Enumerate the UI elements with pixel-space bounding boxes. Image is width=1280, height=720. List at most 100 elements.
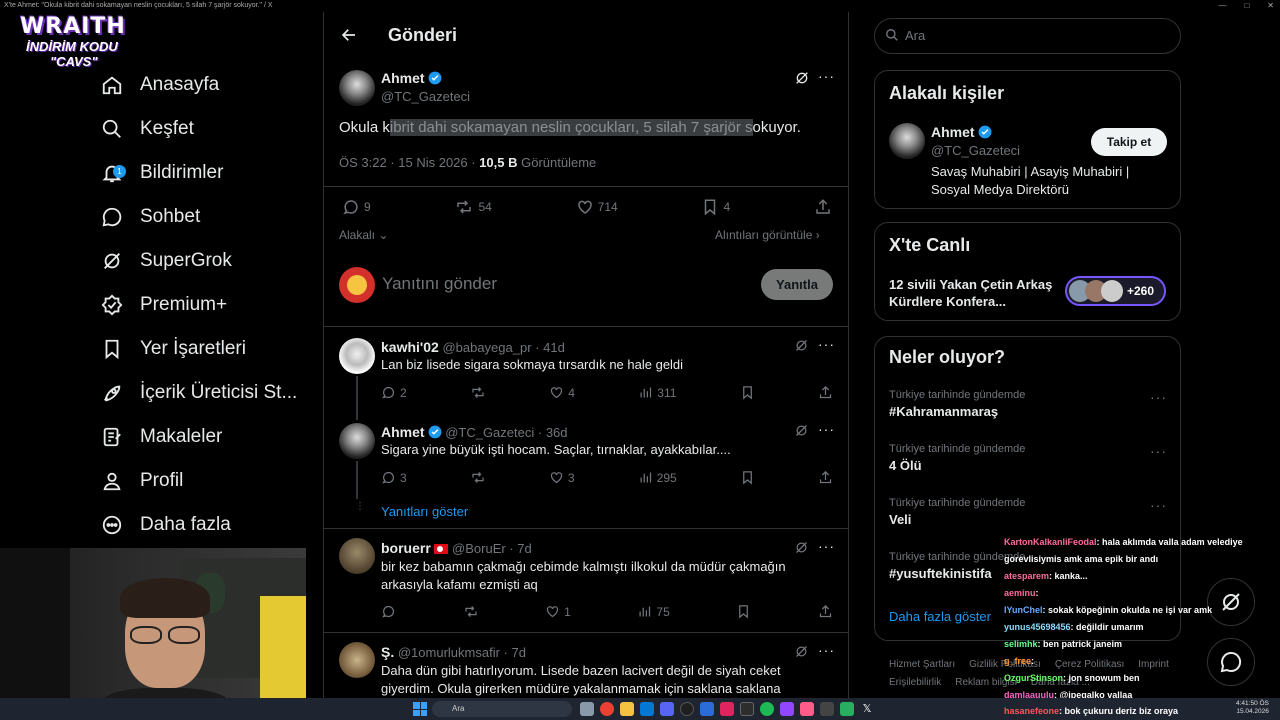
obs-icon[interactable] — [680, 702, 694, 716]
reply-button[interactable]: 9 — [342, 198, 371, 216]
more-options-icon[interactable]: ··· — [1150, 443, 1167, 459]
reply-button[interactable]: 3 — [381, 470, 407, 485]
taskbar-search[interactable]: Ara — [432, 701, 572, 717]
repost-button[interactable] — [463, 604, 479, 619]
more-options-icon[interactable]: ··· — [1150, 497, 1167, 513]
folder-icon[interactable] — [620, 702, 634, 716]
more-options-icon[interactable]: ··· — [818, 421, 835, 437]
avatar[interactable] — [339, 423, 375, 459]
trend-item[interactable]: Türkiye tarihinde gündemde #Kahramanmara… — [889, 389, 1167, 419]
related-author[interactable]: Ahmet — [931, 124, 992, 142]
avatar[interactable] — [339, 70, 375, 106]
trend-item[interactable]: Türkiye tarihinde gündemde Veli ··· — [889, 497, 1167, 527]
twitch-icon[interactable] — [780, 702, 794, 716]
sidebar-item-supergrok[interactable]: SuperGrok — [100, 239, 320, 283]
author-handle[interactable]: @TC_Gazeteci — [445, 425, 534, 440]
repost-button[interactable] — [470, 470, 486, 485]
chrome-icon[interactable] — [600, 702, 614, 716]
author-handle[interactable]: @BoruEr — [452, 541, 506, 556]
bookmark-button[interactable]: 4 — [701, 198, 730, 216]
footer-link[interactable]: Hizmet Şartları — [889, 658, 955, 672]
app-icon[interactable] — [700, 702, 714, 716]
like-button[interactable]: 3 — [549, 470, 575, 485]
share-button[interactable] — [814, 198, 832, 216]
share-button[interactable] — [818, 604, 833, 619]
show-replies-link[interactable]: Yanıtları göster — [381, 504, 468, 519]
repost-button[interactable]: 54 — [454, 198, 492, 216]
sidebar-item-chat[interactable]: Sohbet — [100, 195, 320, 239]
like-button[interactable]: 1 — [545, 604, 571, 619]
author-name[interactable]: kawhi'02 — [381, 339, 439, 355]
author-handle[interactable]: @TC_Gazeteci — [381, 89, 470, 104]
author-handle[interactable]: @1omurlukmsafir — [398, 645, 500, 660]
store-icon[interactable] — [640, 702, 654, 716]
app-icon[interactable] — [840, 702, 854, 716]
sidebar-item-explore[interactable]: Keşfet — [100, 107, 320, 151]
author-name[interactable]: Ş. — [381, 644, 394, 660]
author-name[interactable]: boruerr — [381, 540, 431, 556]
discord-icon[interactable] — [660, 702, 674, 716]
windows-start-icon[interactable] — [413, 702, 427, 716]
spotify-icon[interactable] — [760, 702, 774, 716]
avatar[interactable] — [889, 123, 925, 159]
views-button[interactable]: 311 — [638, 385, 676, 400]
reply-button[interactable] — [381, 604, 396, 619]
sidebar-item-bookmarks[interactable]: Yer İşaretleri — [100, 327, 320, 371]
back-arrow-icon[interactable] — [340, 26, 358, 49]
grok-icon[interactable] — [794, 70, 810, 91]
live-participants[interactable]: +260 — [1065, 276, 1166, 306]
x-app-icon[interactable]: 𝕏 — [860, 702, 874, 716]
app-icon[interactable] — [740, 702, 754, 716]
bookmark-button[interactable] — [736, 604, 751, 619]
views-button[interactable]: 295 — [638, 470, 677, 485]
sidebar-item-home[interactable]: Anasayfa — [100, 63, 320, 107]
reply-submit-button[interactable]: Yanıtla — [761, 269, 833, 300]
repost-button[interactable] — [470, 385, 486, 400]
more-options-icon[interactable]: ··· — [818, 538, 835, 554]
grok-icon[interactable] — [794, 423, 809, 443]
app-icon[interactable] — [720, 702, 734, 716]
grok-icon[interactable] — [794, 540, 809, 560]
grok-icon[interactable] — [794, 644, 809, 664]
trend-item[interactable]: Türkiye tarihinde gündemde 4 Ölü ··· — [889, 443, 1167, 473]
follow-button[interactable]: Takip et — [1091, 128, 1167, 156]
sidebar-item-creator-studio[interactable]: İçerik Üreticisi St... — [100, 371, 320, 415]
like-button[interactable]: 714 — [576, 198, 618, 216]
author-name[interactable]: Ahmet — [381, 424, 425, 440]
more-options-icon[interactable]: ··· — [818, 336, 835, 352]
sidebar-item-notifications[interactable]: 1 Bildirimler — [100, 151, 320, 195]
relevance-dropdown[interactable]: Alakalı ⌄ — [339, 228, 388, 242]
taskview-icon[interactable] — [580, 702, 594, 716]
sidebar-item-profile[interactable]: Profil — [100, 459, 320, 503]
show-more-link[interactable]: Daha fazla göster — [889, 609, 991, 624]
share-button[interactable] — [818, 385, 833, 400]
more-options-icon[interactable]: ··· — [818, 68, 835, 84]
taskbar-clock[interactable]: 4:41:50 ÖS 15.04.2026 — [1236, 700, 1269, 716]
search-bar[interactable]: Ara — [874, 18, 1181, 54]
more-options-icon[interactable]: ··· — [818, 642, 835, 658]
avatar[interactable] — [339, 338, 375, 374]
maximize-button[interactable]: □ — [1244, 0, 1249, 12]
close-button[interactable]: ✕ — [1267, 0, 1274, 12]
sidebar-item-articles[interactable]: Makaleler — [100, 415, 320, 459]
views-button[interactable]: 75 — [637, 604, 670, 619]
view-quotes-link[interactable]: Alıntıları görüntüle › — [715, 228, 820, 242]
grok-icon[interactable] — [794, 338, 809, 358]
author-handle[interactable]: @TC_Gazeteci — [931, 143, 1020, 158]
sidebar-item-more[interactable]: Daha fazla — [100, 503, 320, 547]
avatar[interactable] — [339, 538, 375, 574]
app-icon[interactable] — [800, 702, 814, 716]
post-author[interactable]: Ahmet — [381, 70, 442, 88]
more-options-icon[interactable]: ··· — [1150, 389, 1167, 405]
search-input[interactable]: Ara — [905, 28, 925, 43]
app-icon[interactable] — [820, 702, 834, 716]
reply-button[interactable]: 2 — [381, 385, 407, 400]
avatar[interactable] — [339, 642, 375, 678]
sidebar-item-premium[interactable]: Premium+ — [100, 283, 320, 327]
bookmark-button[interactable] — [740, 385, 755, 400]
minimize-button[interactable]: — — [1218, 0, 1226, 12]
like-button[interactable]: 4 — [549, 385, 575, 400]
footer-link[interactable]: Erişilebilirlik — [889, 676, 941, 690]
live-headline[interactable]: 12 sivili Yakan Çetin Arkaş Kürdlere Kon… — [889, 276, 1054, 310]
share-button[interactable] — [818, 470, 833, 485]
